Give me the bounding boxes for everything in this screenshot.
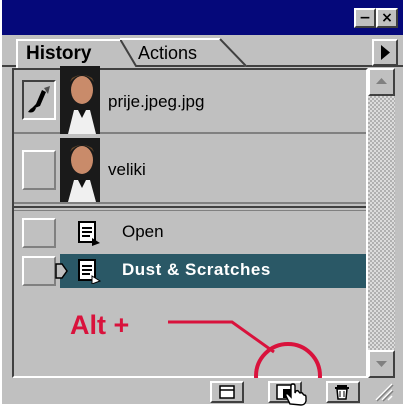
new-document-icon [219, 385, 235, 399]
scroll-track[interactable] [368, 96, 395, 350]
history-palette-window: − × History Actions prije.jpeg.jpg velik… [2, 0, 403, 406]
scroll-down-button[interactable] [368, 350, 395, 378]
vertical-scrollbar[interactable] [368, 68, 395, 378]
hand-cursor-icon [285, 383, 307, 406]
delete-state-button[interactable] [326, 381, 360, 403]
trash-icon [335, 385, 349, 400]
scroll-up-icon [376, 78, 387, 84]
new-document-button[interactable] [210, 381, 244, 403]
resize-grip-icon[interactable] [372, 380, 394, 402]
scroll-down-icon [376, 361, 387, 367]
palette-bottom-toolbar [12, 378, 395, 406]
annotation-overlay [168, 320, 322, 404]
scroll-up-button[interactable] [368, 68, 395, 96]
